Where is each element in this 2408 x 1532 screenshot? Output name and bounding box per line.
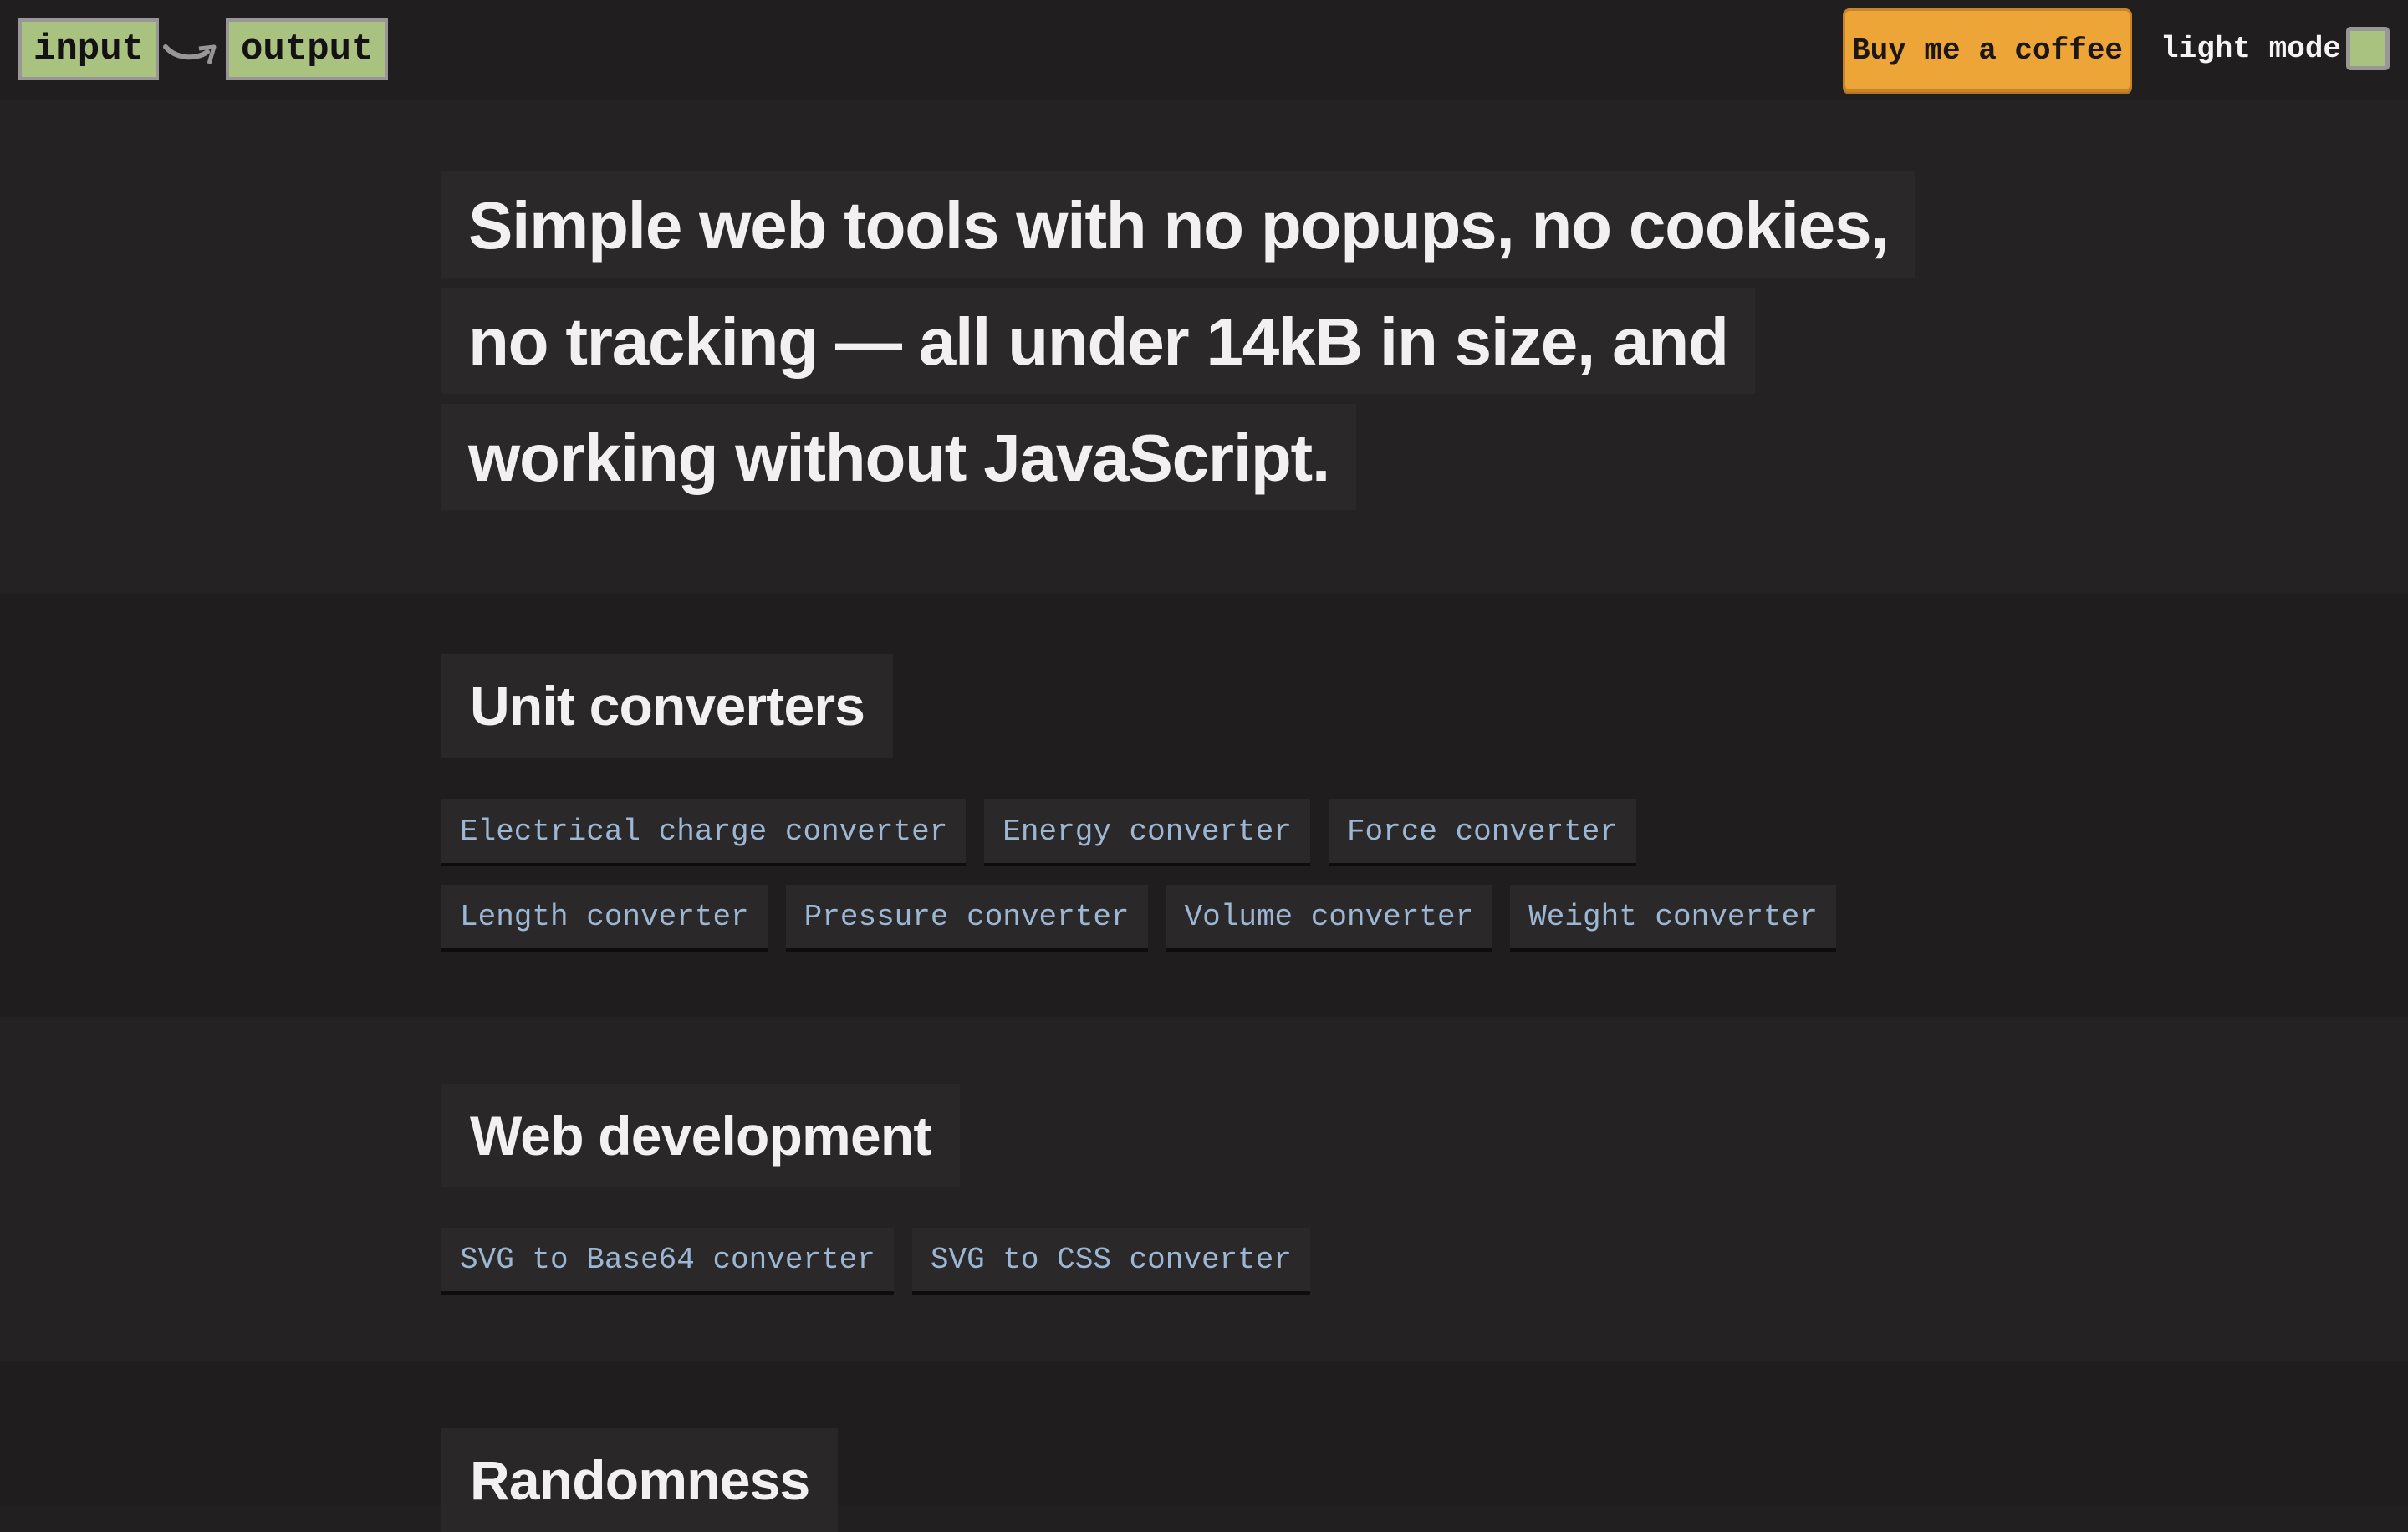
link-electrical-charge-converter[interactable]: Electrical charge converter: [441, 799, 967, 866]
section-heading: Web development: [441, 1084, 960, 1187]
link-list: Electrical charge converter Energy conve…: [441, 799, 1913, 952]
section-web-development: Web development SVG to Base64 converter …: [0, 1017, 2408, 1361]
section-heading: Randomness: [441, 1428, 839, 1532]
section-randomness: Randomness: [0, 1361, 2408, 1532]
link-list: SVG to Base64 converter SVG to CSS conve…: [441, 1228, 1913, 1295]
section-heading: Unit converters: [441, 654, 894, 758]
light-mode-checkbox[interactable]: [2346, 27, 2390, 70]
hero-title-text: Simple web tools with no popups, no cook…: [441, 171, 1916, 510]
link-length-converter[interactable]: Length converter: [441, 885, 768, 952]
link-pressure-converter[interactable]: Pressure converter: [785, 885, 1148, 952]
buy-me-a-coffee-button[interactable]: Buy me a coffee: [1843, 8, 2132, 92]
hero-title: Simple web tools with no popups, no cook…: [441, 167, 1930, 516]
link-svg-to-base64-converter[interactable]: SVG to Base64 converter: [441, 1228, 894, 1295]
logo-input-box: input: [18, 18, 160, 80]
curved-arrow-icon: [163, 44, 217, 64]
site-logo[interactable]: input output: [18, 18, 389, 80]
light-mode-label: light mode: [2161, 32, 2342, 66]
hero-section: Simple web tools with no popups, no cook…: [0, 100, 2408, 594]
link-svg-to-css-converter[interactable]: SVG to CSS converter: [911, 1228, 1310, 1295]
top-bar: input output Buy me a coffee light mode: [0, 0, 2408, 100]
link-force-converter[interactable]: Force converter: [1328, 799, 1637, 866]
link-weight-converter[interactable]: Weight converter: [1510, 885, 1836, 952]
link-energy-converter[interactable]: Energy converter: [984, 799, 1310, 866]
link-volume-converter[interactable]: Volume converter: [1166, 885, 1492, 952]
logo-output-box: output: [226, 18, 389, 80]
section-unit-converters: Unit converters Electrical charge conver…: [0, 594, 2408, 1017]
